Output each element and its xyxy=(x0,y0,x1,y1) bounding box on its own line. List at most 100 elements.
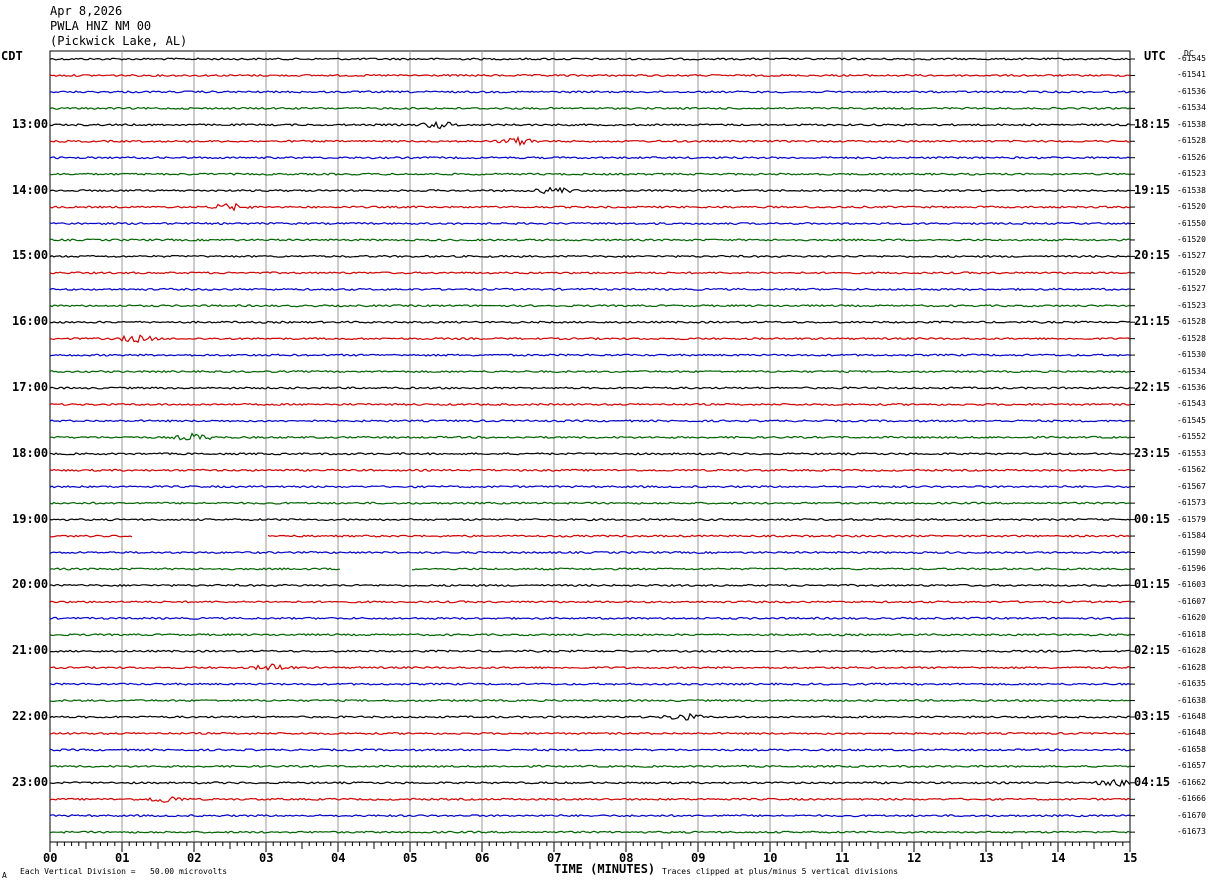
seismic-trace xyxy=(49,778,1131,787)
x-tick-label: 11 xyxy=(835,851,850,865)
seismic-trace xyxy=(49,369,1131,374)
right-hour-label: 02:15 xyxy=(1134,643,1171,658)
dc-offset-label: -61534 xyxy=(1177,366,1206,376)
dc-offset-label: -61550 xyxy=(1177,218,1206,228)
left-hour-label: 16:00 xyxy=(12,314,49,329)
seismic-trace xyxy=(49,57,1131,61)
seismic-trace xyxy=(49,600,1131,604)
right-hour-label: 23:15 xyxy=(1134,445,1171,460)
x-tick-label: 09 xyxy=(691,851,706,865)
seismic-trace xyxy=(49,633,1131,637)
dc-offset-label: -61579 xyxy=(1177,514,1206,524)
right-hour-label: 04:15 xyxy=(1134,774,1171,789)
dc-offset-label: -61543 xyxy=(1177,399,1206,409)
seismic-trace xyxy=(49,271,1131,275)
right-hour-label: 20:15 xyxy=(1134,248,1171,263)
seismic-trace xyxy=(49,419,1131,423)
seismic-trace xyxy=(49,320,1131,324)
right-hour-label: 03:15 xyxy=(1134,709,1171,723)
dc-offset-label: -61528 xyxy=(1177,333,1206,343)
seismic-trace xyxy=(49,156,1131,160)
dc-offset-label: -61648 xyxy=(1177,712,1206,721)
seismic-trace xyxy=(49,402,1131,407)
seismic-trace xyxy=(49,830,1131,834)
left-hour-label: 13:00 xyxy=(12,116,49,131)
seismic-trace xyxy=(49,583,1131,588)
dc-offset-label: -61538 xyxy=(1177,185,1206,195)
dc-offset-label: -61673 xyxy=(1177,827,1206,837)
right-hour-label: 18:15 xyxy=(1134,116,1171,131)
seismic-trace xyxy=(267,534,1131,538)
dc-offset-label: -61635 xyxy=(1177,679,1206,689)
dc-offset-label: -61657 xyxy=(1177,761,1206,771)
dc-offset-label: -61618 xyxy=(1177,629,1206,639)
dc-offset-label: -61545 xyxy=(1177,54,1206,63)
x-tick-label: 06 xyxy=(475,851,490,865)
dc-offset-label: -61520 xyxy=(1177,202,1206,212)
left-hour-label: 22:00 xyxy=(12,709,49,723)
right-hour-label: 01:15 xyxy=(1134,577,1171,592)
x-tick-label: 02 xyxy=(187,851,202,865)
dc-offset-label: -61620 xyxy=(1177,613,1206,623)
dc-offset-label: -61648 xyxy=(1177,728,1206,738)
right-hour-label: 21:15 xyxy=(1134,314,1171,329)
seismic-trace xyxy=(49,501,1130,505)
dc-offset-label: -61596 xyxy=(1177,563,1206,573)
seismic-trace xyxy=(49,172,1131,176)
right-hour-label: 19:15 xyxy=(1134,182,1171,197)
dc-offset-label: -61662 xyxy=(1177,777,1206,787)
x-tick-label: 04 xyxy=(331,851,346,865)
seismic-trace xyxy=(49,712,1131,721)
dc-offset-label: -61666 xyxy=(1177,794,1206,804)
seismic-trace xyxy=(49,202,1130,212)
seismic-trace xyxy=(49,135,1130,147)
dc-offset-label: -61607 xyxy=(1177,596,1206,606)
seismic-trace xyxy=(49,663,1131,672)
seismic-trace xyxy=(49,353,1131,357)
dc-offset-label: -61573 xyxy=(1177,498,1206,508)
dc-offset-label: -61628 xyxy=(1177,646,1206,656)
seismic-trace xyxy=(49,485,1131,489)
x-tick-label: 15 xyxy=(1123,851,1138,865)
right-hour-label: 00:15 xyxy=(1134,511,1171,526)
left-hour-label: 15:00 xyxy=(12,248,49,263)
seismic-trace xyxy=(49,550,1131,555)
dc-offset-label: -61528 xyxy=(1177,317,1206,327)
seismic-trace xyxy=(49,106,1131,110)
seismic-trace xyxy=(49,517,1131,522)
left-hour-label: 18:00 xyxy=(12,445,49,460)
dc-offset-label: -61552 xyxy=(1177,432,1206,442)
dc-offset-label: -61520 xyxy=(1177,234,1206,244)
seismic-trace xyxy=(49,432,1131,441)
seismic-trace xyxy=(49,731,1131,736)
dc-offset-label: -61567 xyxy=(1177,481,1206,491)
left-hour-label: 23:00 xyxy=(12,774,49,789)
seismic-trace xyxy=(49,468,1131,472)
dc-offset-label: -61523 xyxy=(1177,169,1206,179)
right-hour-label: 22:15 xyxy=(1134,380,1171,394)
dc-offset-label: -61526 xyxy=(1177,152,1206,162)
seismic-trace xyxy=(49,287,1131,291)
dc-offset-label: -61527 xyxy=(1177,284,1206,294)
helicorder-plot xyxy=(49,50,1135,852)
dc-offset-label: -61520 xyxy=(1177,267,1206,277)
dc-offset-label: -61628 xyxy=(1177,662,1206,672)
seismic-trace xyxy=(49,186,1131,195)
seismic-trace xyxy=(49,73,1131,78)
seismic-trace xyxy=(49,814,1131,818)
dc-offset-label: -61638 xyxy=(1177,695,1206,705)
seismic-trace xyxy=(49,764,1131,768)
vertical-scale-note: Each Vertical Division = 50.00 microvolt… xyxy=(20,867,228,876)
left-hour-label: 17:00 xyxy=(12,380,49,394)
dc-offset-label: -61553 xyxy=(1177,448,1206,458)
dc-offset-label: -61670 xyxy=(1177,810,1206,820)
seismic-trace xyxy=(49,304,1131,308)
seismic-trace xyxy=(49,796,1131,803)
dc-offset-label: -61536 xyxy=(1177,86,1206,96)
seismic-trace xyxy=(49,90,1131,94)
seismic-trace xyxy=(49,221,1131,226)
seismic-trace xyxy=(49,238,1131,242)
x-tick-label: 05 xyxy=(403,851,418,865)
clipping-note: Traces clipped at plus/minus 5 vertical … xyxy=(662,867,899,876)
dc-offset-label: -61584 xyxy=(1177,531,1206,541)
